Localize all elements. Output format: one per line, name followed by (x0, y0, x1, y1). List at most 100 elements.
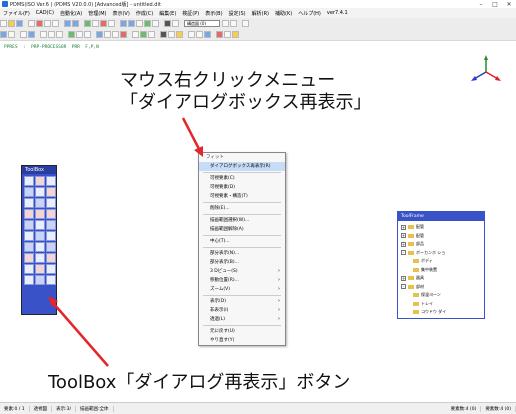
menu-manage[interactable]: 管理(M) (85, 10, 109, 17)
pipe-icon[interactable] (144, 20, 151, 27)
layer-down-icon[interactable] (230, 20, 237, 27)
tree-item[interactable]: コウドウ ダイ (401, 308, 481, 317)
zoom-fit-icon[interactable] (56, 31, 63, 38)
palette-tool-13[interactable] (24, 220, 34, 230)
grid-icon[interactable] (84, 20, 91, 27)
context-menu-item[interactable]: 表示(D) › (199, 297, 285, 306)
close-button[interactable]: ✕ (502, 0, 516, 8)
tree-item[interactable]: + 配管 (401, 232, 481, 241)
tree-item[interactable]: トレイ (401, 300, 481, 309)
tree-item[interactable]: ボディ (401, 257, 481, 266)
copy-icon[interactable] (44, 20, 51, 27)
save-icon[interactable] (16, 20, 23, 27)
menu-settings[interactable]: 設定(S) (226, 10, 249, 17)
zoom-out-icon[interactable] (48, 31, 55, 38)
palette-tool-6[interactable] (46, 187, 56, 197)
palette-tool-2[interactable] (35, 176, 45, 186)
shade-icon[interactable] (96, 31, 103, 38)
palette-tool-10[interactable] (24, 209, 34, 219)
expand-icon[interactable]: - (401, 284, 406, 290)
palette-tool-29[interactable] (35, 275, 45, 285)
menu-assist[interactable]: 補助(K) (272, 10, 295, 17)
delete-icon[interactable] (100, 20, 107, 27)
stop-icon[interactable] (216, 31, 223, 38)
paste-icon[interactable] (52, 20, 59, 27)
palette-tool-14[interactable] (35, 220, 45, 230)
palette-tool-24[interactable] (46, 253, 56, 263)
context-menu-item[interactable]: 部分表示(N)... (199, 249, 285, 258)
maximize-button[interactable]: □ (488, 0, 502, 8)
line-icon[interactable] (120, 20, 127, 27)
render-icon[interactable] (160, 31, 167, 38)
palette-tool-27[interactable] (46, 264, 56, 274)
context-menu-item[interactable]: ズーム(V) › (199, 285, 285, 294)
palette-tool-7[interactable] (24, 198, 34, 208)
valve-icon[interactable] (152, 20, 159, 27)
tree-item[interactable]: + 器具 (401, 274, 481, 283)
tree-item[interactable]: + 配管 (401, 223, 481, 232)
view-front-icon[interactable] (0, 31, 7, 38)
context-menu-item[interactable]: 描画範囲選択(W)... (199, 216, 285, 225)
arc-icon[interactable] (128, 20, 135, 27)
menu-help[interactable]: ヘルプ(H) (295, 10, 324, 17)
expand-icon[interactable]: + (401, 233, 406, 239)
palette-tool-3[interactable] (46, 176, 56, 186)
expand-icon[interactable]: + (401, 224, 406, 230)
context-menu-item[interactable]: 可視要素(C) (199, 174, 285, 183)
select-icon[interactable] (108, 20, 115, 27)
palette-tool-18[interactable] (46, 231, 56, 241)
tree-item[interactable]: + 部品 (401, 240, 481, 249)
context-menu-item[interactable]: 描画範囲解除(A) (199, 225, 285, 234)
rotate-icon[interactable] (76, 31, 83, 38)
toolframe-title[interactable]: ToolFrame (398, 212, 484, 221)
palette-tool-1[interactable] (24, 176, 34, 186)
tree-item[interactable]: 保温ヨーン (401, 291, 481, 300)
snap-icon[interactable] (92, 20, 99, 27)
menu-cad[interactable]: CAD(C) (33, 10, 57, 16)
dialog-redisplay-button[interactable] (35, 264, 45, 274)
context-menu-item[interactable]: 削除(E)... (199, 204, 285, 213)
import-icon[interactable] (204, 31, 211, 38)
tree-item[interactable]: - 部材 (401, 283, 481, 292)
palette-tool-20[interactable] (35, 242, 45, 252)
palette-tool-22[interactable] (24, 253, 34, 263)
new-icon[interactable] (0, 20, 7, 27)
hide-icon[interactable] (112, 31, 119, 38)
tree-item[interactable]: 集中装置 (401, 266, 481, 275)
context-menu-item-dialog-redisplay[interactable]: ダイアログボックス再表示(R) (199, 162, 285, 171)
menu-view[interactable]: 表示(V) (109, 10, 132, 17)
context-menu-item[interactable]: 部分表示(B)... (199, 258, 285, 267)
zoom-in-icon[interactable] (40, 31, 47, 38)
context-menu-item[interactable]: 元に戻す(U) (199, 327, 285, 336)
menu-analysis[interactable]: 解析(R) (249, 10, 272, 17)
dim-icon[interactable] (132, 31, 139, 38)
text-icon[interactable] (172, 20, 179, 27)
menu-edit[interactable]: 編集(E) (156, 10, 179, 17)
tag-icon[interactable] (140, 31, 147, 38)
palette-title[interactable]: ToolBox (22, 166, 56, 174)
undo-icon[interactable] (64, 20, 71, 27)
view-top-icon[interactable] (20, 31, 27, 38)
redo-icon[interactable] (72, 20, 79, 27)
expand-icon[interactable]: + (401, 275, 406, 281)
palette-tool-12[interactable] (46, 209, 56, 219)
palette-tool-17[interactable] (35, 231, 45, 241)
settings-icon[interactable] (224, 31, 231, 38)
menu-verify[interactable]: 検証(P) (179, 10, 202, 17)
report-icon[interactable] (188, 31, 195, 38)
measure-icon[interactable] (84, 31, 91, 38)
context-menu-item[interactable]: 移動位置(R)... › (199, 276, 285, 285)
tree-item[interactable]: - ボーカンホ ショ (401, 249, 481, 258)
pan-icon[interactable] (68, 31, 75, 38)
expand-icon[interactable]: - (401, 250, 406, 256)
menu-file[interactable]: ファイル(F) (0, 10, 33, 17)
palette-tool-23[interactable] (35, 253, 45, 263)
menu-automate[interactable]: 自動化(A) (57, 10, 85, 17)
palette-tool-19[interactable] (24, 242, 34, 252)
menu-create[interactable]: 作成(C) (133, 10, 156, 17)
view-side-icon[interactable] (8, 31, 15, 38)
layer-icon[interactable] (164, 20, 171, 27)
palette-tool-28[interactable] (24, 275, 34, 285)
palette-tool-25[interactable] (24, 264, 34, 274)
context-menu-item[interactable]: フィット (199, 153, 285, 162)
